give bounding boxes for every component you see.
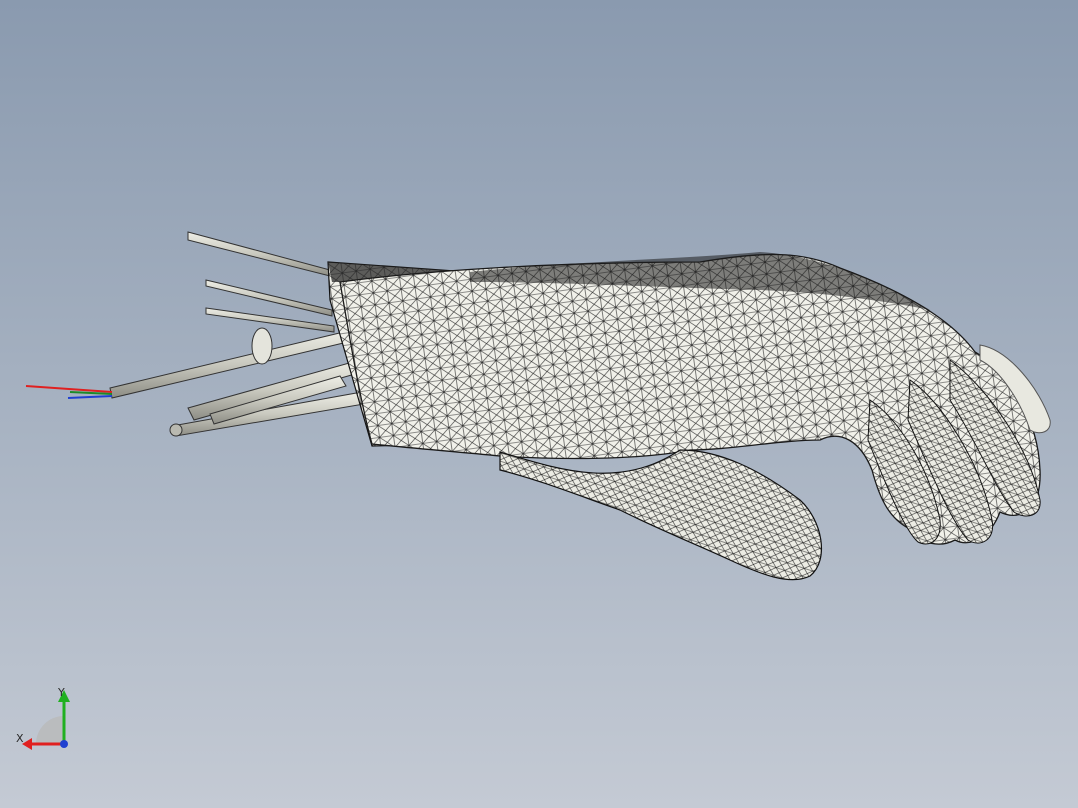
thumb[interactable] [499, 449, 823, 581]
cable-bundle[interactable] [109, 231, 365, 437]
coordinate-triad: X Y [10, 684, 80, 754]
x-axis-label: X [16, 732, 24, 745]
z-axis-dot [60, 740, 68, 748]
graphics-viewport[interactable]: X Y [0, 0, 1078, 808]
y-axis-label: Y [58, 686, 65, 699]
hand-model[interactable] [0, 0, 1078, 808]
colored-wires [25, 385, 113, 399]
